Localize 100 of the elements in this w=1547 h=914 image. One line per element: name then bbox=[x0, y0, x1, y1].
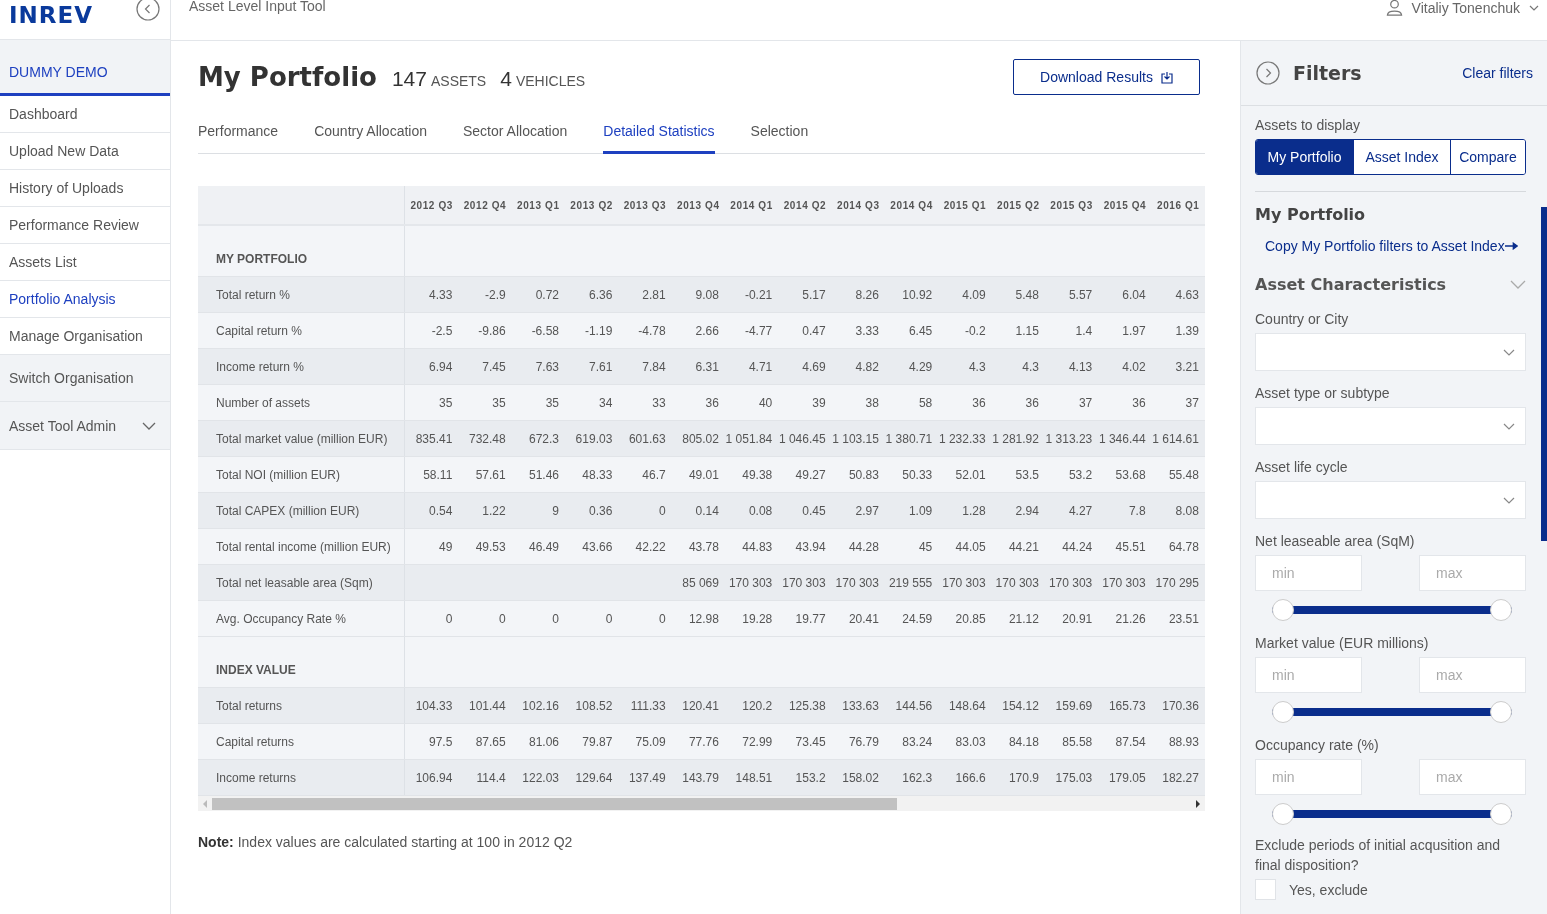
table-cell: 8.26 bbox=[855, 287, 879, 302]
collapse-icon[interactable] bbox=[136, 0, 160, 21]
tab[interactable]: Sector Allocation bbox=[463, 115, 568, 154]
table-cell: -2.5 bbox=[431, 323, 453, 338]
table-cell: 0.14 bbox=[695, 503, 719, 518]
table-cell: 8.08 bbox=[1175, 503, 1199, 518]
table-cell: 4.27 bbox=[1068, 503, 1093, 518]
organisation-name[interactable]: DUMMY DEMO bbox=[0, 40, 170, 96]
checkbox[interactable] bbox=[1255, 879, 1276, 900]
tab[interactable]: Country Allocation bbox=[314, 115, 427, 154]
chevron-icon[interactable] bbox=[1510, 280, 1526, 289]
table-cell: 159.69 bbox=[1055, 698, 1093, 713]
table-cell: 48.33 bbox=[582, 467, 613, 482]
column-header: 2014 Q3 bbox=[836, 198, 881, 213]
table-cell: 4.09 bbox=[962, 287, 986, 302]
table-cell: 114.4 bbox=[476, 770, 506, 785]
nav-item[interactable]: Upload New Data bbox=[0, 133, 170, 170]
min-field[interactable]: min bbox=[1255, 657, 1362, 693]
nav-item[interactable]: Portfolio Analysis bbox=[0, 281, 170, 318]
table-cell: 6.04 bbox=[1122, 287, 1146, 302]
field-label: Occupancy rate (%) bbox=[1255, 737, 1380, 753]
table-cell: 58.11 bbox=[423, 467, 453, 482]
table-cell: 19.77 bbox=[795, 611, 826, 626]
nav-item[interactable]: Performance Review bbox=[0, 207, 170, 244]
column-header: 2013 Q3 bbox=[622, 198, 668, 213]
scroll-right-icon[interactable] bbox=[1195, 799, 1201, 808]
table-cell: 49.38 bbox=[742, 467, 773, 482]
logo: INREV bbox=[9, 1, 94, 30]
table-cell: 170 303 bbox=[728, 575, 773, 590]
column-header: 2014 Q4 bbox=[889, 198, 934, 213]
table-cell: 601.63 bbox=[628, 431, 666, 446]
download-button[interactable]: Download Results bbox=[1013, 59, 1200, 95]
table-cell: 125.38 bbox=[788, 698, 826, 713]
min-field[interactable]: min bbox=[1255, 555, 1362, 591]
max-field[interactable]: max bbox=[1419, 759, 1526, 795]
table-cell: -2.9 bbox=[484, 287, 506, 302]
column-header: 2014 Q1 bbox=[729, 198, 774, 213]
section-title: MY PORTFOLIO bbox=[216, 252, 308, 266]
table-cell: 129.64 bbox=[575, 770, 613, 785]
chevron-icon bbox=[1503, 422, 1515, 430]
segment-button[interactable]: My Portfolio bbox=[1256, 140, 1353, 174]
row-label: Total CAPEX (million EUR) bbox=[216, 503, 360, 518]
table-cell: 0.72 bbox=[535, 287, 559, 302]
column-header: 2015 Q1 bbox=[942, 198, 988, 213]
range-slider[interactable] bbox=[1272, 701, 1512, 723]
table-cell: 1 380.71 bbox=[885, 431, 933, 446]
row-label: Total net leasable area (Sqm) bbox=[216, 575, 373, 590]
table-cell: 672.3 bbox=[528, 431, 559, 446]
nav-item[interactable]: Switch Organisation bbox=[0, 355, 170, 402]
table-cell: 0.54 bbox=[428, 503, 453, 518]
column-header: 2016 Q1 bbox=[1155, 198, 1201, 213]
min-field[interactable]: min bbox=[1255, 759, 1362, 795]
segment-button[interactable]: Asset Index bbox=[1353, 140, 1450, 174]
tab[interactable]: Detailed Statistics bbox=[603, 115, 715, 154]
table-cell: 1.09 bbox=[908, 503, 933, 518]
user-menu[interactable]: Vitaliy Tonenchuk bbox=[1385, 0, 1539, 16]
table-cell: 23.51 bbox=[1168, 611, 1199, 626]
table-cell: 165.73 bbox=[1108, 698, 1146, 713]
question-text: Exclude periods of initial acqusition and final disposition? bbox=[1255, 836, 1502, 875]
dropdown-field[interactable] bbox=[1255, 407, 1526, 445]
copy-filters-link[interactable]: Copy My Portfolio filters to Asset Index bbox=[1265, 238, 1518, 254]
segment-button[interactable]: Compare bbox=[1450, 140, 1525, 174]
table-cell: -9.86 bbox=[478, 323, 506, 338]
nav-item[interactable]: Dashboard bbox=[0, 96, 170, 133]
scroll-left-icon[interactable] bbox=[202, 799, 208, 808]
table-cell: 805.02 bbox=[682, 431, 719, 446]
table-cell: 50.33 bbox=[902, 467, 933, 482]
tab[interactable]: Selection bbox=[750, 115, 809, 154]
table-cell: 1 346.44 bbox=[1098, 431, 1146, 446]
range-slider[interactable] bbox=[1272, 803, 1512, 825]
dropdown-field[interactable] bbox=[1255, 481, 1526, 519]
table-cell: 87.65 bbox=[475, 734, 506, 749]
table-cell: 1.4 bbox=[1075, 323, 1093, 338]
scrollbar[interactable] bbox=[1541, 207, 1547, 541]
table-cell: 5.17 bbox=[802, 287, 826, 302]
column-header: 2013 Q4 bbox=[676, 198, 721, 213]
column-header: 2015 Q4 bbox=[1102, 198, 1148, 213]
expand-icon[interactable] bbox=[1256, 61, 1280, 85]
table-cell: 87.54 bbox=[1115, 734, 1146, 749]
horizontal-scrollbar[interactable] bbox=[198, 796, 1205, 811]
dropdown-field[interactable] bbox=[1255, 333, 1526, 371]
row-label: Income return % bbox=[216, 359, 305, 374]
table-cell: 44.05 bbox=[955, 539, 986, 554]
nav-item[interactable]: History of Uploads bbox=[0, 170, 170, 207]
nav-item[interactable]: Assets List bbox=[0, 244, 170, 281]
group-title: Asset Characteristics bbox=[1255, 275, 1447, 294]
checkbox-label: Yes, exclude bbox=[1289, 881, 1368, 898]
table-cell: 9.08 bbox=[695, 287, 719, 302]
table-cell: 83.24 bbox=[902, 734, 933, 749]
nav-menu[interactable]: Asset Tool Admin bbox=[0, 402, 170, 450]
table-cell: 33 bbox=[652, 395, 666, 410]
tab[interactable]: Performance bbox=[198, 115, 279, 154]
max-field[interactable]: max bbox=[1419, 657, 1526, 693]
max-field[interactable]: max bbox=[1419, 555, 1526, 591]
table-cell: 97.5 bbox=[428, 734, 453, 749]
clear-filters-link[interactable]: Clear filters bbox=[1462, 65, 1533, 81]
range-slider[interactable] bbox=[1272, 599, 1512, 621]
table-cell: 20.85 bbox=[955, 611, 986, 626]
table-cell: 166.6 bbox=[955, 770, 986, 785]
table-cell: 45.51 bbox=[1115, 539, 1146, 554]
